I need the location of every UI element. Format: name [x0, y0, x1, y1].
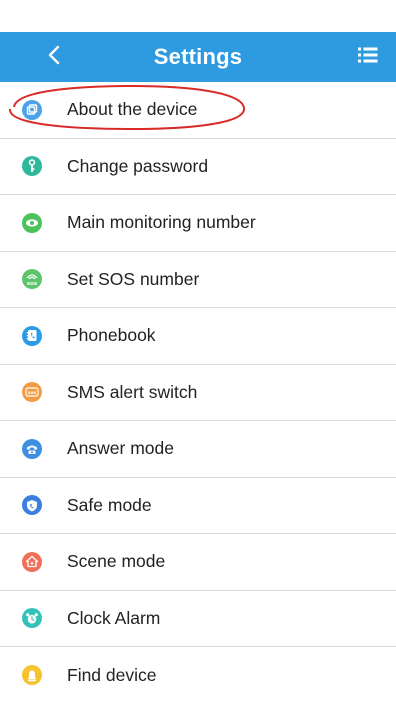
bell-icon	[22, 665, 42, 686]
settings-item-phonebook[interactable]: Phonebook	[0, 308, 396, 365]
key-icon	[22, 156, 42, 177]
phonebook-icon	[22, 325, 42, 346]
settings-list: About the device Change password Main mo…	[0, 82, 396, 701]
settings-item-answer-mode[interactable]: Answer mode	[0, 421, 396, 478]
settings-item-scene-mode[interactable]: Scene mode	[0, 534, 396, 591]
settings-item-label: Safe mode	[67, 494, 152, 515]
sos-icon: sos	[22, 269, 42, 290]
settings-screen: Settings About the device Change passwor…	[0, 0, 396, 701]
settings-item-label: SMS alert switch	[67, 381, 198, 402]
settings-item-find-device[interactable]: Find device	[0, 647, 396, 701]
list-icon	[357, 46, 379, 69]
device-icon	[22, 99, 42, 120]
settings-item-sms-alert-switch[interactable]: sos SMS alert switch	[0, 365, 396, 421]
shield-icon	[22, 495, 42, 516]
settings-item-safe-mode[interactable]: Safe mode	[0, 478, 396, 534]
settings-item-label: Clock Alarm	[67, 607, 161, 628]
settings-item-label: Phonebook	[67, 325, 156, 346]
settings-item-about-device[interactable]: About the device	[0, 82, 396, 139]
svg-text:sos: sos	[27, 281, 38, 286]
phone-answer-icon	[22, 438, 42, 459]
settings-item-main-monitoring-number[interactable]: Main monitoring number	[0, 195, 396, 252]
settings-item-label: Find device	[67, 664, 157, 685]
settings-item-label: About the device	[67, 99, 198, 120]
status-bar	[0, 0, 396, 32]
back-button[interactable]	[34, 32, 74, 82]
settings-item-set-sos-number[interactable]: sos Set SOS number	[0, 252, 396, 308]
header-bar: Settings	[0, 32, 396, 82]
settings-item-label: Scene mode	[67, 551, 166, 572]
settings-item-label: Main monitoring number	[67, 212, 256, 233]
house-icon	[22, 551, 42, 572]
menu-button[interactable]	[350, 32, 386, 82]
sms-sos-icon: sos	[22, 382, 42, 403]
settings-item-change-password[interactable]: Change password	[0, 139, 396, 195]
chevron-left-icon	[47, 44, 61, 71]
svg-text:sos: sos	[28, 391, 37, 396]
alarm-clock-icon	[22, 608, 42, 629]
settings-item-clock-alarm[interactable]: Clock Alarm	[0, 591, 396, 647]
eye-icon	[22, 212, 42, 233]
settings-item-label: Set SOS number	[67, 268, 200, 289]
settings-item-label: Answer mode	[67, 438, 174, 459]
settings-item-label: Change password	[67, 155, 209, 176]
